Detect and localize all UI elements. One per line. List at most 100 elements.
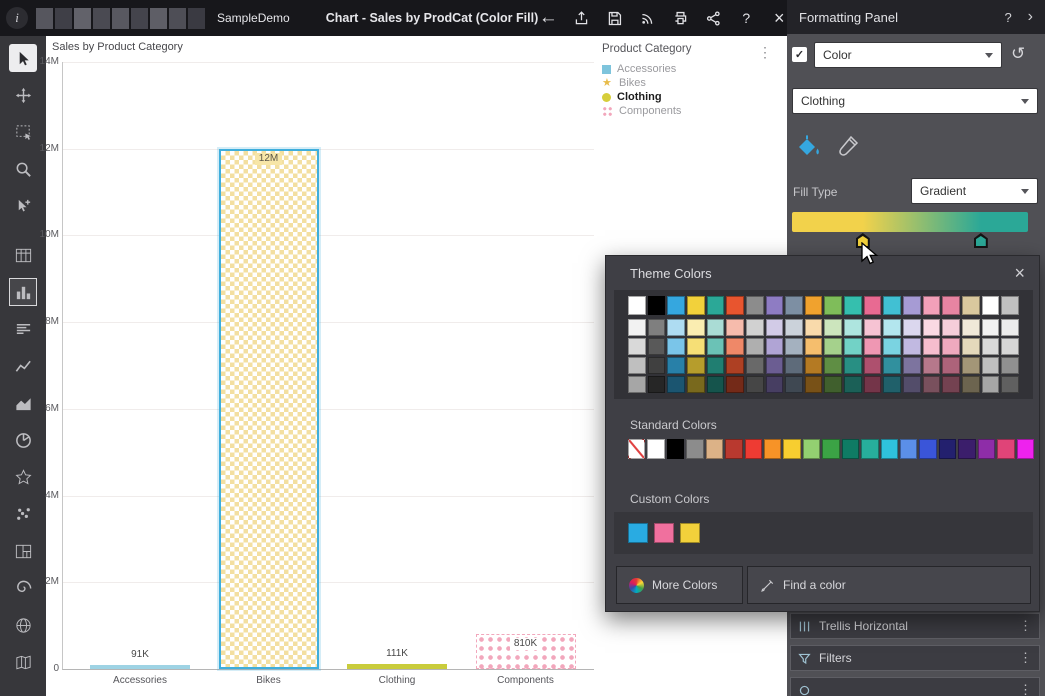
- export-icon[interactable]: [571, 8, 591, 28]
- save-button[interactable]: [604, 8, 624, 28]
- custom-color-swatch[interactable]: [680, 523, 700, 543]
- theme-color-variant-swatch[interactable]: [805, 376, 823, 393]
- theme-color-swatch[interactable]: [903, 296, 921, 315]
- theme-color-swatch[interactable]: [883, 296, 901, 315]
- map-visual[interactable]: [9, 611, 37, 639]
- line-chart-visual[interactable]: [9, 352, 37, 380]
- theme-color-variant-swatch[interactable]: [844, 357, 862, 374]
- theme-color-variant-swatch[interactable]: [648, 319, 666, 336]
- theme-color-swatch[interactable]: [667, 296, 685, 315]
- theme-color-variant-swatch[interactable]: [923, 338, 941, 355]
- theme-color-swatch[interactable]: [746, 296, 764, 315]
- theme-color-variant-swatch[interactable]: [1001, 319, 1019, 336]
- theme-color-variant-swatch[interactable]: [903, 319, 921, 336]
- standard-color-swatch[interactable]: [803, 439, 820, 459]
- gauge-visual[interactable]: [9, 463, 37, 491]
- theme-color-variant-swatch[interactable]: [726, 338, 744, 355]
- theme-color-variant-swatch[interactable]: [667, 357, 685, 374]
- theme-color-variant-swatch[interactable]: [824, 338, 842, 355]
- theme-color-variant-swatch[interactable]: [667, 319, 685, 336]
- theme-color-variant-swatch[interactable]: [667, 376, 685, 393]
- theme-color-variant-swatch[interactable]: [648, 376, 666, 393]
- bar-chart-visual[interactable]: [9, 278, 37, 306]
- standard-color-swatch[interactable]: [725, 439, 742, 459]
- standard-color-swatch[interactable]: [881, 439, 898, 459]
- theme-color-variant-swatch[interactable]: [942, 338, 960, 355]
- theme-color-variant-swatch[interactable]: [785, 319, 803, 336]
- section-menu-button[interactable]: ⋮: [1019, 618, 1032, 634]
- standard-color-swatch[interactable]: [861, 439, 878, 459]
- panel-section-filters[interactable]: Filters⋮: [790, 645, 1040, 671]
- theme-color-variant-swatch[interactable]: [962, 319, 980, 336]
- theme-color-variant-swatch[interactable]: [864, 376, 882, 393]
- standard-color-swatch[interactable]: [842, 439, 859, 459]
- theme-color-variant-swatch[interactable]: [824, 319, 842, 336]
- gradient-stop-handle[interactable]: [856, 233, 870, 248]
- standard-color-swatch[interactable]: [706, 439, 723, 459]
- theme-color-variant-swatch[interactable]: [746, 357, 764, 374]
- theme-color-variant-swatch[interactable]: [903, 376, 921, 393]
- theme-color-variant-swatch[interactable]: [707, 338, 725, 355]
- theme-color-variant-swatch[interactable]: [942, 357, 960, 374]
- theme-color-variant-swatch[interactable]: [962, 338, 980, 355]
- theme-color-swatch[interactable]: [1001, 296, 1019, 315]
- legend-item-components[interactable]: Components: [602, 104, 772, 118]
- gradient-preview-bar[interactable]: [792, 212, 1028, 232]
- theme-color-variant-swatch[interactable]: [766, 338, 784, 355]
- legend-item-clothing[interactable]: Clothing: [602, 90, 772, 104]
- standard-color-swatch[interactable]: [745, 439, 762, 459]
- standard-color-swatch[interactable]: [783, 439, 800, 459]
- standard-color-swatch[interactable]: [764, 439, 781, 459]
- theme-color-variant-swatch[interactable]: [883, 319, 901, 336]
- theme-color-variant-swatch[interactable]: [628, 319, 646, 336]
- section-menu-button[interactable]: ⋮: [1019, 682, 1032, 696]
- legend-item-bikes[interactable]: ★Bikes: [602, 76, 772, 90]
- color-property-dropdown[interactable]: Color: [814, 42, 1002, 68]
- theme-color-variant-swatch[interactable]: [962, 357, 980, 374]
- theme-color-swatch[interactable]: [628, 296, 646, 315]
- print-button[interactable]: [670, 8, 690, 28]
- theme-color-variant-swatch[interactable]: [746, 338, 764, 355]
- legend-menu-button[interactable]: ⋮: [758, 45, 772, 59]
- standard-color-swatch[interactable]: [958, 439, 975, 459]
- table-visual[interactable]: [9, 241, 37, 269]
- theme-color-swatch[interactable]: [805, 296, 823, 315]
- theme-color-variant-swatch[interactable]: [883, 357, 901, 374]
- fill-bucket-icon[interactable]: [793, 132, 823, 160]
- info-icon[interactable]: i: [6, 7, 28, 29]
- more-colors-button[interactable]: More Colors: [616, 566, 743, 604]
- theme-color-variant-swatch[interactable]: [805, 319, 823, 336]
- theme-color-swatch[interactable]: [942, 296, 960, 315]
- theme-color-swatch[interactable]: [844, 296, 862, 315]
- theme-color-variant-swatch[interactable]: [687, 319, 705, 336]
- theme-color-variant-swatch[interactable]: [687, 376, 705, 393]
- standard-color-swatch[interactable]: [900, 439, 917, 459]
- theme-color-variant-swatch[interactable]: [628, 338, 646, 355]
- panel-section-partial[interactable]: ⋮: [790, 677, 1040, 696]
- custom-color-swatch[interactable]: [654, 523, 674, 543]
- theme-color-variant-swatch[interactable]: [864, 338, 882, 355]
- bar-clothing[interactable]: [347, 664, 447, 669]
- section-menu-button[interactable]: ⋮: [1019, 650, 1032, 666]
- brush-icon[interactable]: [833, 132, 863, 160]
- bar-bikes[interactable]: [219, 149, 319, 669]
- standard-color-swatch[interactable]: [822, 439, 839, 459]
- theme-color-variant-swatch[interactable]: [687, 338, 705, 355]
- theme-color-variant-swatch[interactable]: [707, 376, 725, 393]
- theme-color-swatch[interactable]: [766, 296, 784, 315]
- theme-color-variant-swatch[interactable]: [844, 376, 862, 393]
- theme-color-variant-swatch[interactable]: [824, 376, 842, 393]
- pie-chart-visual[interactable]: [9, 426, 37, 454]
- standard-color-swatch[interactable]: [997, 439, 1014, 459]
- theme-color-variant-swatch[interactable]: [824, 357, 842, 374]
- share-button[interactable]: [703, 8, 723, 28]
- theme-color-variant-swatch[interactable]: [628, 376, 646, 393]
- theme-color-variant-swatch[interactable]: [648, 357, 666, 374]
- theme-color-swatch[interactable]: [982, 296, 1000, 315]
- theme-color-variant-swatch[interactable]: [726, 319, 744, 336]
- custom-color-swatch[interactable]: [628, 523, 648, 543]
- treemap-visual[interactable]: [9, 537, 37, 565]
- back-button[interactable]: ←: [538, 8, 558, 28]
- standard-color-swatch[interactable]: [1017, 439, 1034, 459]
- theme-color-variant-swatch[interactable]: [962, 376, 980, 393]
